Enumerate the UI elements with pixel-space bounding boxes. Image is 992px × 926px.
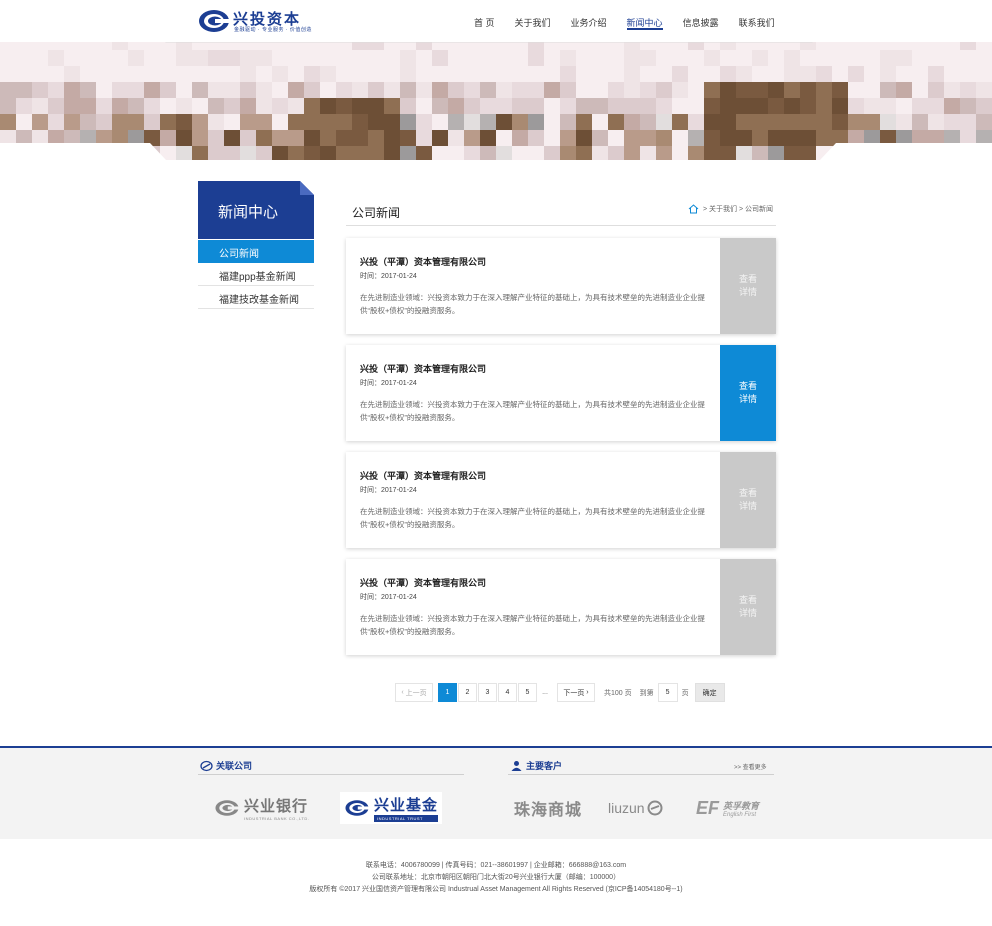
page-button[interactable]: 3 [478, 683, 497, 702]
page-total: 共100 页 [604, 689, 632, 697]
nav-news[interactable]: 新闻中心 [626, 0, 663, 42]
news-date: 时间：2017-01-24 [360, 380, 417, 387]
prev-page-button[interactable]: ‹ 上一页 [395, 683, 433, 702]
liuzun-logo[interactable]: liuzun [608, 793, 663, 823]
zhuhai-mall-logo[interactable]: 珠海商城 [514, 793, 582, 823]
logo[interactable]: 兴投资本 金融驱动 · 专业服务 · 价值创造 [198, 8, 311, 34]
chevron-right-icon: › [584, 689, 589, 696]
page-button[interactable]: 2 [458, 683, 477, 702]
header: 兴投资本 金融驱动 · 专业服务 · 价值创造 首 页 关于我们 业务介绍 新闻… [0, 0, 992, 42]
industrial-fund-en: INDUSTRIAL TRUST [374, 815, 439, 822]
news-summary: 在先进制造业领域：兴投资本致力于在深入理解产业特征的基础上，为具有技术壁垒的先进… [360, 400, 705, 422]
logo-swirl-icon [199, 10, 230, 32]
liuzun-mark-icon [647, 800, 663, 816]
ef-cn-text: 英孚教育 [723, 800, 760, 811]
ef-education-logo[interactable]: EF 英孚教育 English First [696, 793, 759, 823]
clients-divider [508, 774, 774, 775]
ef-mark-icon: EF [696, 797, 720, 818]
page-button[interactable]: 5 [518, 683, 537, 702]
news-date: 时间：2017-01-24 [360, 487, 417, 494]
view-details-button[interactable]: 查看 详情 [720, 452, 776, 548]
page-unit-label: 页 [681, 689, 689, 697]
banner-bottom-edge [0, 143, 992, 163]
related-divider [198, 774, 464, 775]
footer-contact: 联系电话：4006780099 | 传真号码：021--38601997 | 企… [365, 862, 627, 869]
footer-copyright: 版权所有 ©2017 兴业国信资产管理有限公司 Industrual Asset… [309, 886, 683, 893]
industrial-bank-cn: 兴业银行 [244, 799, 309, 815]
banner-image [0, 34, 992, 160]
footer-address: 公司联系地址：北京市朝阳区朝阳门北大街20号兴业银行大厦（邮编：100000） [371, 874, 621, 881]
news-title[interactable]: 兴投（平潭）资本管理有限公司 [360, 255, 486, 268]
news-card[interactable]: 兴投（平潭）资本管理有限公司 时间：2017-01-24 在先进制造业领域：兴投… [346, 238, 776, 334]
nav-home[interactable]: 首 页 [474, 0, 495, 42]
news-summary: 在先进制造业领域：兴投资本致力于在深入理解产业特征的基础上，为具有技术壁垒的先进… [360, 507, 705, 529]
news-summary: 在先进制造业领域：兴投资本致力于在深入理解产业特征的基础上，为具有技术壁垒的先进… [360, 614, 705, 636]
goto-page-input[interactable]: 5 [657, 683, 678, 702]
goto-label: 到第 [639, 689, 654, 697]
home-icon[interactable] [688, 204, 699, 214]
section-title: 公司新闻 [352, 206, 401, 220]
news-title[interactable]: 兴投（平潭）资本管理有限公司 [360, 576, 486, 589]
view-details-button[interactable]: 查看 详情 [720, 345, 776, 441]
logo-slogan: 金融驱动 · 专业服务 · 价值创造 [234, 27, 312, 33]
next-page-button[interactable]: 下一页 › [557, 683, 595, 702]
industrial-fund-logo[interactable]: 兴业基金 INDUSTRIAL TRUST [340, 792, 443, 824]
news-title[interactable]: 兴投（平潭）资本管理有限公司 [360, 469, 486, 482]
page: 兴投资本 金融驱动 · 专业服务 · 价值创造 首 页 关于我们 业务介绍 新闻… [0, 0, 992, 926]
news-summary: 在先进制造业领域：兴投资本致力于在深入理解产业特征的基础上，为具有技术壁垒的先进… [360, 293, 705, 315]
news-date: 时间：2017-01-24 [360, 273, 417, 280]
page-ellipsis: ... [542, 689, 548, 696]
news-card[interactable]: 兴投（平潭）资本管理有限公司 时间：2017-01-24 在先进制造业领域：兴投… [346, 345, 776, 441]
partners-section: 关联公司 主要客户 >> 查看更多 兴业银行 INDUSTRIAL BANK C… [0, 746, 992, 839]
zhuhai-mall-text: 珠海商城 [514, 802, 583, 819]
nav-disclosure[interactable]: 信息披露 [683, 0, 719, 42]
pagination: ‹ 上一页 1 2 3 4 5 ... 下一页 › 共100 页 到第 5 页 … [395, 683, 725, 702]
related-companies-title: 关联公司 [200, 759, 252, 772]
user-group-icon [511, 760, 522, 771]
view-details-button[interactable]: 查看 详情 [720, 238, 776, 334]
section-divider [346, 225, 776, 226]
sidebar-item-company-news[interactable]: 公司新闻 [198, 240, 314, 263]
main-clients-title: 主要客户 [510, 759, 562, 772]
liuzun-text: liuzun [608, 800, 645, 816]
news-date: 时间：2017-01-24 [360, 594, 417, 601]
footer: 联系电话：4006780099 | 传真号码：021--38601997 | 企… [0, 860, 992, 896]
breadcrumb-path[interactable]: > 关于我们 > 公司新闻 [703, 204, 773, 214]
main-nav: 首 页 关于我们 业务介绍 新闻中心 信息披露 联系我们 [474, 0, 795, 42]
nav-about[interactable]: 关于我们 [515, 0, 551, 42]
page-button[interactable]: 1 [438, 683, 457, 702]
view-more-link[interactable]: >> 查看更多 [734, 762, 767, 771]
link-icon [200, 760, 213, 771]
sidebar-item-tech-fund-news[interactable]: 福建技改基金新闻 [198, 286, 314, 309]
industrial-bank-swirl-icon [215, 800, 240, 816]
nav-contact[interactable]: 联系我们 [739, 0, 775, 42]
industrial-fund-cn: 兴业基金 [374, 798, 439, 814]
industrial-fund-swirl-icon [345, 800, 370, 816]
sidebar-item-ppp-fund-news[interactable]: 福建ppp基金新闻 [198, 263, 314, 286]
breadcrumb: > 关于我们 > 公司新闻 [688, 204, 773, 214]
news-card[interactable]: 兴投（平潭）资本管理有限公司 时间：2017-01-24 在先进制造业领域：兴投… [346, 559, 776, 655]
nav-business[interactable]: 业务介绍 [571, 0, 607, 42]
industrial-bank-logo[interactable]: 兴业银行 INDUSTRIAL BANK CO.,LTD. [214, 793, 309, 823]
goto-confirm-button[interactable]: 确定 [694, 683, 725, 702]
page-button[interactable]: 4 [498, 683, 517, 702]
view-details-button[interactable]: 查看 详情 [720, 559, 776, 655]
sidebar-title: 新闻中心 [198, 181, 314, 239]
industrial-bank-en: INDUSTRIAL BANK CO.,LTD. [244, 816, 310, 821]
sidebar-menu: 公司新闻 福建ppp基金新闻 福建技改基金新闻 [198, 240, 314, 309]
news-card[interactable]: 兴投（平潭）资本管理有限公司 时间：2017-01-24 在先进制造业领域：兴投… [346, 452, 776, 548]
ef-en-text: English First [723, 811, 757, 818]
news-title[interactable]: 兴投（平潭）资本管理有限公司 [360, 362, 486, 375]
